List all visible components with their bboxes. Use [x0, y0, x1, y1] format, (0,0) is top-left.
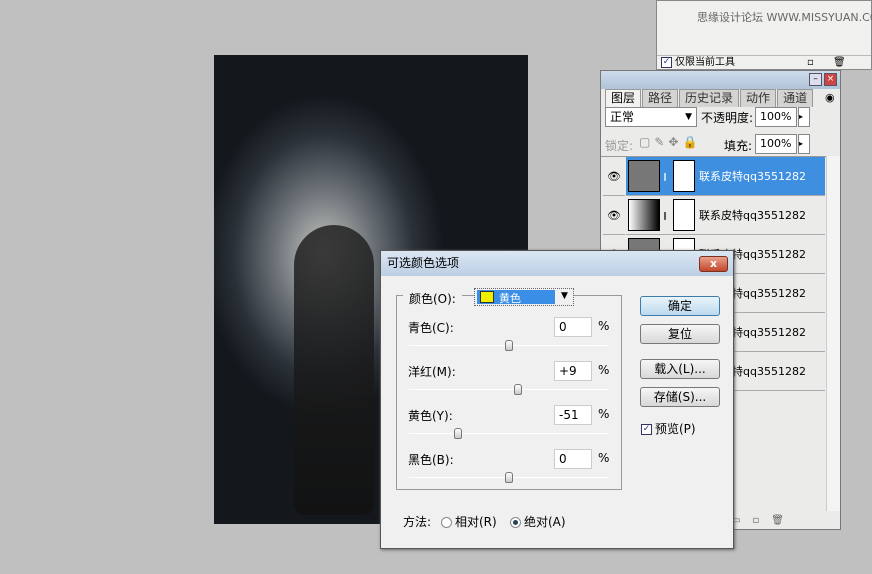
tool-presets-panel: 思缘设计论坛 WWW.MISSYUAN.COM ✓ 仅限当前工具 ▫ 🗑	[656, 0, 872, 70]
trash-icon[interactable]: 🗑	[833, 56, 846, 70]
percent-unit: %	[598, 363, 610, 377]
photo-figure	[294, 225, 374, 515]
slider-label: 洋红(M):	[408, 365, 456, 379]
panel-tabs: 图层 路径 历史记录 动作 通道	[605, 89, 814, 107]
current-tool-only-checkbox[interactable]: ✓ 仅限当前工具 ▫ 🗑	[657, 55, 871, 71]
slider-thumb[interactable]	[505, 472, 513, 483]
blend-mode-value: 正常	[610, 110, 635, 124]
slider-label: 黄色(Y):	[408, 409, 453, 423]
tab-history[interactable]: 历史记录	[679, 89, 740, 107]
close-icon[interactable]: ×	[824, 73, 837, 86]
panel-titlebar: – ×	[601, 71, 840, 89]
relative-label: 相对(R)	[455, 515, 497, 529]
new-preset-icon[interactable]: ▫	[807, 56, 814, 70]
slider-thumb[interactable]	[514, 384, 522, 395]
visibility-eye-icon[interactable]: 👁	[603, 196, 625, 235]
lock-icons[interactable]: ▢✎✥🔒	[639, 135, 701, 149]
link-icon: ∥	[663, 171, 667, 181]
slider-value-input[interactable]: 0	[554, 317, 592, 337]
checkbox-icon: ✓	[641, 424, 652, 435]
tab-layers[interactable]: 图层	[605, 89, 642, 107]
checkbox-label: 仅限当前工具	[675, 57, 735, 68]
layers-scrollbar[interactable]	[826, 156, 840, 511]
reset-button[interactable]: 复位	[640, 324, 720, 344]
layer-name: 联系皮特qq3551282	[699, 209, 806, 222]
opacity-label: 不透明度:	[701, 111, 754, 125]
watermark: 思缘设计论坛 WWW.MISSYUAN.COM	[697, 11, 872, 24]
selective-color-dialog: 可选颜色选项 x 颜色(O): 黄色 ▼ 青色(C): 0 % 洋红(M): +…	[380, 250, 734, 549]
slider-track[interactable]	[409, 340, 609, 351]
radio-icon	[441, 517, 452, 528]
tab-paths[interactable]: 路径	[642, 89, 679, 107]
colors-value: 黄色	[499, 292, 521, 305]
close-button[interactable]: x	[699, 256, 728, 272]
slider-track[interactable]	[409, 428, 609, 439]
slider-thumb[interactable]	[505, 340, 513, 351]
opacity-input[interactable]: 100%	[755, 107, 797, 127]
colors-select[interactable]: 黄色 ▼	[474, 288, 574, 306]
panel-menu-icon[interactable]: ◉	[825, 91, 835, 104]
tab-actions[interactable]: 动作	[740, 89, 777, 107]
panel-footer-icons[interactable]: ▭▫🗑	[731, 515, 796, 526]
fill-label: 填充:	[724, 139, 753, 153]
lock-label: 锁定:	[605, 139, 634, 153]
opacity-slider-button[interactable]: ▸	[798, 107, 810, 127]
blend-mode-select[interactable]: 正常 ▼	[605, 107, 697, 127]
relative-radio[interactable]: 相对(R)	[441, 513, 497, 530]
slider-value-input[interactable]: +9	[554, 361, 592, 381]
link-icon: ∥	[663, 210, 667, 220]
percent-unit: %	[598, 407, 610, 421]
slider-track[interactable]	[409, 472, 609, 483]
radio-selected-icon	[510, 517, 521, 528]
dialog-titlebar: 可选颜色选项	[381, 251, 733, 276]
slider-label: 黑色(B):	[408, 453, 454, 467]
slider-label: 青色(C):	[408, 321, 454, 335]
percent-unit: %	[598, 319, 610, 333]
ok-button[interactable]: 确定	[640, 296, 720, 316]
color-swatch	[480, 291, 494, 303]
checkbox-icon: ✓	[661, 56, 672, 68]
tab-channels[interactable]: 通道	[777, 89, 814, 107]
slider-value-input[interactable]: -51	[554, 405, 592, 425]
visibility-eye-icon[interactable]: 👁	[603, 157, 625, 196]
minimize-icon[interactable]: –	[809, 73, 822, 86]
layer-row[interactable]: ∥ 联系皮特qq3551282	[626, 196, 825, 235]
adjustment-layer-thumbnail	[628, 199, 660, 231]
fill-slider-button[interactable]: ▸	[798, 134, 810, 154]
load-button[interactable]: 载入(L)...	[640, 359, 720, 379]
slider-track[interactable]	[409, 384, 609, 395]
layer-mask-thumbnail	[673, 160, 695, 192]
preview-checkbox[interactable]: ✓ 预览(P)	[641, 420, 696, 437]
absolute-label: 绝对(A)	[524, 515, 566, 529]
absolute-radio[interactable]: 绝对(A)	[510, 513, 566, 530]
dialog-title: 可选颜色选项	[387, 256, 460, 270]
method-label: 方法:	[403, 515, 432, 529]
layer-name: 联系皮特qq3551282	[699, 170, 806, 183]
layer-row[interactable]: ∥ 联系皮特qq3551282	[626, 157, 825, 196]
save-button[interactable]: 存储(S)...	[640, 387, 720, 407]
chevron-down-icon: ▼	[685, 112, 692, 122]
layer-mask-thumbnail	[673, 199, 695, 231]
slider-value-input[interactable]: 0	[554, 449, 592, 469]
fill-input[interactable]: 100%	[755, 134, 797, 154]
chevron-down-icon: ▼	[561, 291, 568, 301]
slider-thumb[interactable]	[454, 428, 462, 439]
percent-unit: %	[598, 451, 610, 465]
colors-label: 颜色(O):	[403, 290, 462, 307]
adjustment-layer-thumbnail	[628, 160, 660, 192]
preview-label: 预览(P)	[655, 422, 696, 436]
